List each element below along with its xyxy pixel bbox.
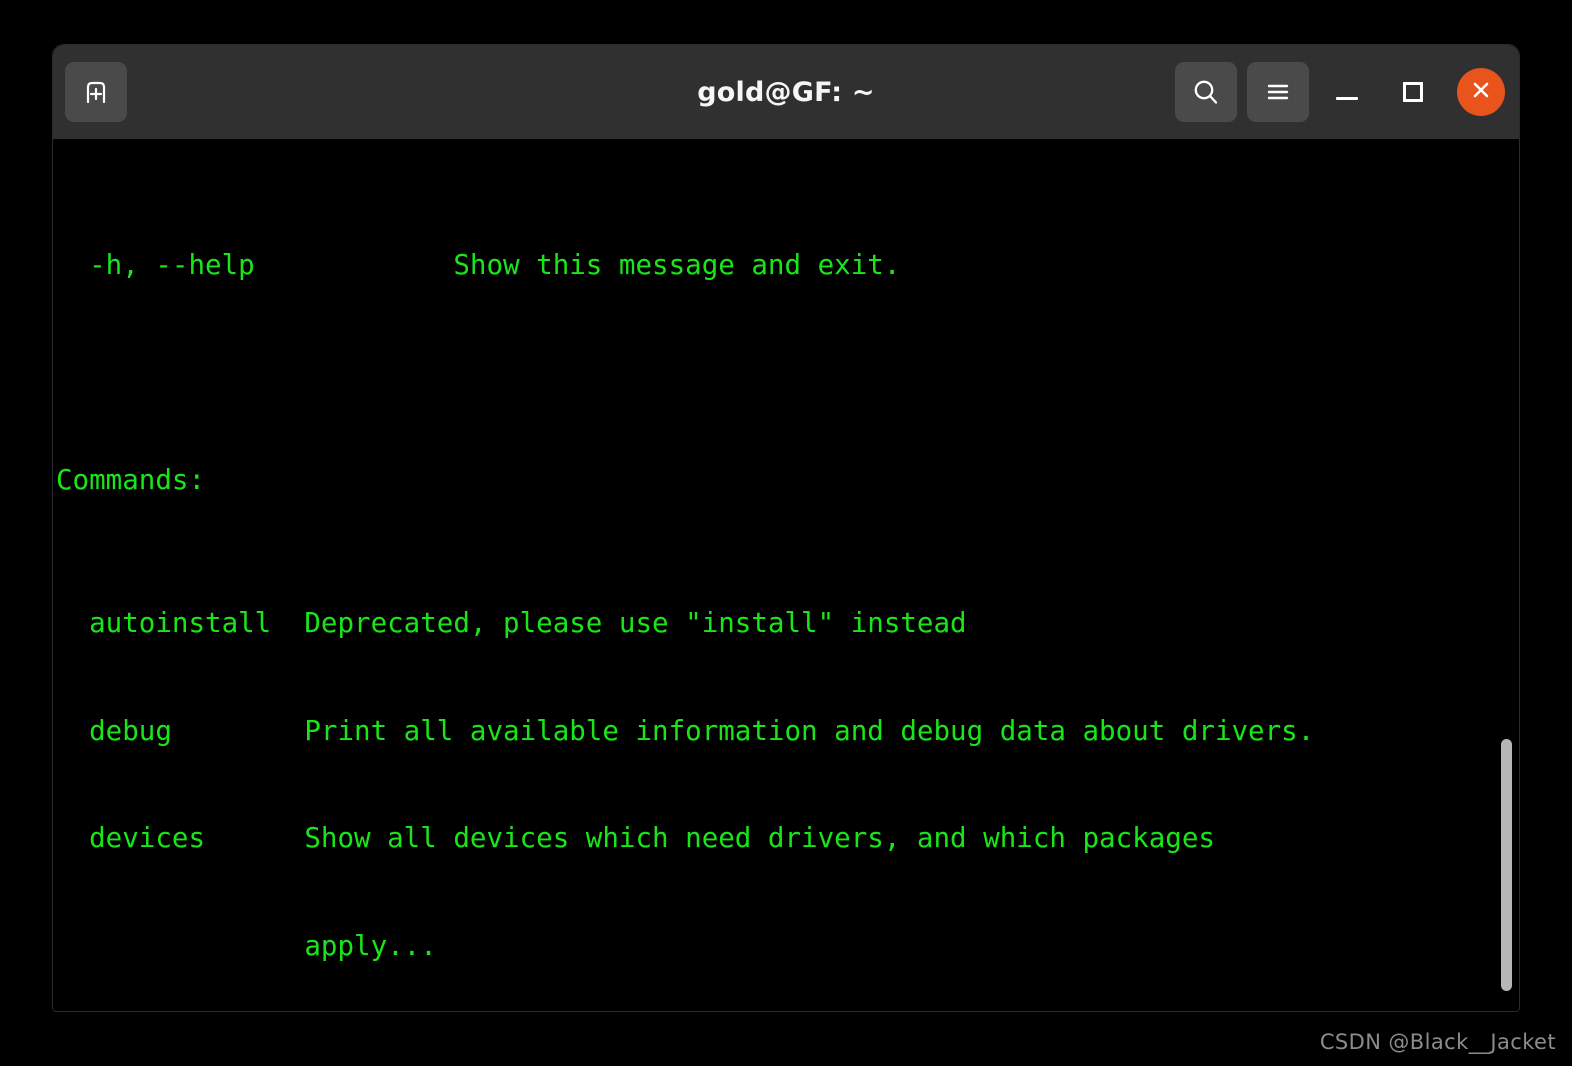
terminal-line-command: devices Show all devices which need driv… <box>56 822 1215 855</box>
terminal-line-command: debug Print all available information an… <box>56 714 1315 747</box>
terminal-lines: -h, --help Show this message and exit. C… <box>56 141 1519 1011</box>
hamburger-menu-icon <box>1262 76 1294 108</box>
search-icon <box>1190 76 1222 108</box>
terminal-line-command: apply... <box>56 929 437 962</box>
window-titlebar: gold@GF: ~ <box>53 45 1519 139</box>
terminal-line-help: -h, --help Show this message and exit. <box>56 249 901 282</box>
scrollbar-thumb[interactable] <box>1501 739 1512 991</box>
terminal-line-command: autoinstall Deprecated, please use "inst… <box>56 607 967 640</box>
terminal-line-blank-1 <box>56 356 1519 392</box>
window-controls <box>1175 62 1505 122</box>
watermark: CSDN @Black__Jacket <box>1319 1030 1556 1054</box>
search-button[interactable] <box>1175 62 1237 122</box>
terminal-line-commands-header: Commands: <box>56 464 206 497</box>
minimize-button[interactable] <box>1319 64 1375 120</box>
maximize-button[interactable] <box>1385 64 1441 120</box>
maximize-icon <box>1403 82 1423 102</box>
close-button[interactable] <box>1457 68 1505 116</box>
terminal-content[interactable]: -h, --help Show this message and exit. C… <box>53 139 1519 1011</box>
terminal-window: gold@GF: ~ -h, --help Show this message … <box>52 44 1520 1012</box>
screenshot-root: gold@GF: ~ -h, --help Show this message … <box>0 0 1572 1066</box>
minimize-icon <box>1336 96 1358 100</box>
new-tab-button[interactable] <box>65 62 127 122</box>
menu-button[interactable] <box>1247 62 1309 122</box>
scrollbar-track[interactable] <box>1499 139 1515 1011</box>
close-icon <box>1468 77 1494 107</box>
new-tab-icon <box>81 77 111 107</box>
